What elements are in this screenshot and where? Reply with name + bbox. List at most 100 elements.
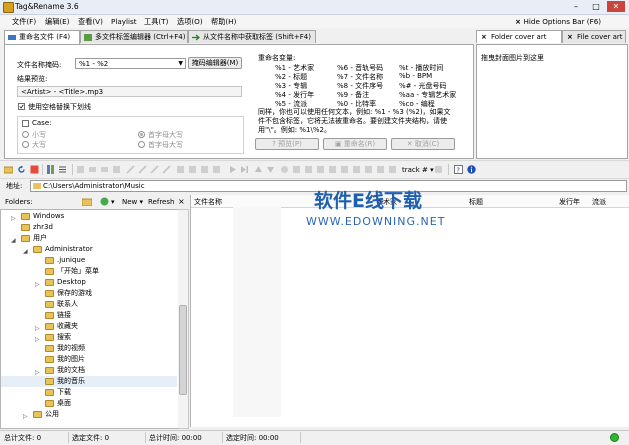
close-icon[interactable]: ×	[178, 197, 185, 206]
disabled-tool-icon[interactable]	[280, 165, 289, 174]
mask-input[interactable]: %1 - %2 ▼	[75, 58, 186, 69]
disabled-tool-icon[interactable]	[328, 165, 337, 174]
refresh-icon[interactable]	[17, 165, 26, 174]
tree-item[interactable]: ◢ Administrator	[1, 244, 177, 255]
menu-edit[interactable]: 编辑(E)	[45, 17, 70, 27]
chevron-down-icon[interactable]: ▾	[111, 198, 115, 206]
close-tab-icon[interactable]: ×	[567, 31, 573, 43]
tree-item[interactable]: 保存的游戏	[1, 288, 177, 299]
tag-icon[interactable]	[46, 165, 55, 174]
disabled-tool-icon[interactable]	[212, 165, 221, 174]
disabled-tool-icon[interactable]	[200, 165, 209, 174]
globe-icon[interactable]	[100, 197, 109, 206]
disabled-tool-icon[interactable]	[340, 165, 349, 174]
disabled-tool-icon[interactable]	[88, 165, 97, 174]
tab-rename-files[interactable]: 重命名文件 (F4)	[4, 30, 80, 45]
info-icon[interactable]	[467, 165, 476, 174]
refresh-button[interactable]: Refresh	[148, 198, 174, 206]
close-button[interactable]: ✕	[607, 1, 625, 12]
up-icon[interactable]	[254, 165, 263, 174]
disabled-tool-icon[interactable]	[76, 165, 85, 174]
next-icon[interactable]	[240, 165, 249, 174]
help-icon[interactable]: ?	[454, 165, 463, 174]
tree-item-label: 保存的游戏	[57, 289, 92, 297]
tree-item[interactable]: ▷ 收藏夹	[1, 321, 177, 332]
maximize-button[interactable]: □	[587, 1, 605, 12]
disabled-tool-icon[interactable]	[100, 165, 109, 174]
rename-button[interactable]: ▣ 重命名(R)	[323, 138, 387, 150]
preview-button[interactable]: ? 预览(P)	[255, 138, 319, 150]
disabled-tool-icon[interactable]	[112, 165, 121, 174]
tree-item[interactable]: ▷ 搜索	[1, 332, 177, 343]
tree-item[interactable]: ◢ 用户	[1, 233, 177, 244]
save-icon[interactable]	[30, 165, 39, 174]
play-icon[interactable]	[228, 165, 237, 174]
tree-item[interactable]: ▷ 我的文档	[1, 365, 177, 376]
disabled-tool-icon[interactable]	[138, 165, 147, 174]
cover-art-panel[interactable]: 拖曳封面图片到这里	[476, 44, 628, 159]
folders-header: Folders: ▾ New ▾ Refresh ×	[0, 195, 190, 209]
tree-item[interactable]: ▷ Windows	[1, 211, 177, 222]
radio-capitalize[interactable]	[138, 131, 145, 138]
column-title[interactable]: 标题	[469, 197, 483, 207]
menu-options[interactable]: 选项(O)	[177, 17, 203, 27]
hide-options-button[interactable]: × Hide Options Bar (F6)	[515, 17, 601, 26]
tree-item[interactable]: .junique	[1, 255, 177, 266]
case-checkbox[interactable]	[22, 120, 29, 127]
tree-item[interactable]: 联系人	[1, 299, 177, 310]
disabled-tool-icon[interactable]	[434, 165, 443, 174]
disabled-tool-icon[interactable]	[364, 165, 373, 174]
radio-capitalize-all[interactable]	[138, 141, 145, 148]
disabled-tool-icon[interactable]	[126, 165, 135, 174]
down-icon[interactable]	[266, 165, 275, 174]
tree-item[interactable]: 下载	[1, 387, 177, 398]
tree-item-label: 收藏夹	[57, 322, 78, 330]
tab-multi-tag-editor[interactable]: 多文件标签编辑器 (Ctrl+F4)	[80, 30, 188, 43]
disabled-tool-icon[interactable]	[352, 165, 361, 174]
tab-file-cover-art[interactable]: × File cover art	[562, 30, 626, 43]
track-number-dropdown[interactable]: track # ▾	[402, 166, 434, 174]
disabled-tool-icon[interactable]	[162, 165, 171, 174]
tree-item[interactable]: 我的音乐	[1, 376, 177, 387]
minimize-button[interactable]: –	[567, 1, 585, 12]
menu-playlist[interactable]: Playlist	[111, 17, 137, 26]
expander-icon[interactable]: ▷	[23, 411, 28, 422]
underscore-checkbox[interactable]	[18, 103, 25, 110]
disabled-tool-icon[interactable]	[150, 165, 159, 174]
menu-help[interactable]: 帮助(H)	[211, 17, 236, 27]
column-year[interactable]: 发行年	[559, 197, 580, 207]
open-folder-icon[interactable]	[4, 165, 13, 174]
list-icon[interactable]	[58, 165, 67, 174]
menu-file[interactable]: 文件(F)	[12, 17, 36, 27]
mask-editor-button[interactable]: 掩码编辑器(M)	[188, 57, 242, 69]
radio-lowercase[interactable]	[22, 131, 29, 138]
tree-item[interactable]: zhr3d	[1, 222, 177, 233]
tree-item[interactable]: 「开始」菜单	[1, 266, 177, 277]
disabled-tool-icon[interactable]	[176, 165, 185, 174]
tree-item[interactable]: 我的图片	[1, 354, 177, 365]
disabled-tool-icon[interactable]	[376, 165, 385, 174]
disabled-tool-icon[interactable]	[188, 165, 197, 174]
new-button[interactable]: New ▾	[122, 198, 143, 206]
disabled-tool-icon[interactable]	[316, 165, 325, 174]
tree-item[interactable]: ▷ Desktop	[1, 277, 177, 288]
disabled-tool-icon[interactable]	[292, 165, 301, 174]
disabled-tool-icon[interactable]	[388, 165, 397, 174]
tab-folder-cover-art[interactable]: × Folder cover art	[476, 30, 562, 43]
tree-scrollbar[interactable]	[178, 209, 189, 429]
tab-tag-from-filename[interactable]: 从文件名称中获取标签 (Shift+F4)	[188, 30, 316, 43]
column-filename[interactable]: 文件名称	[194, 197, 222, 207]
menu-view[interactable]: 查看(V)	[78, 17, 103, 27]
folder-up-icon[interactable]	[82, 197, 92, 206]
menu-tools[interactable]: 工具(T)	[144, 17, 168, 27]
tree-item[interactable]: ▷ 公用	[1, 409, 177, 420]
close-tab-icon[interactable]: ×	[481, 31, 487, 43]
disabled-tool-icon[interactable]	[304, 165, 313, 174]
cancel-button[interactable]: ✕ 取消(C)	[391, 138, 455, 150]
tree-item[interactable]: 我的视频	[1, 343, 177, 354]
radio-uppercase[interactable]	[22, 141, 29, 148]
tree-item[interactable]: 链接	[1, 310, 177, 321]
scrollbar-thumb[interactable]	[179, 305, 187, 395]
tree-item[interactable]: 桌面	[1, 398, 177, 409]
column-genre[interactable]: 流派	[592, 197, 606, 207]
